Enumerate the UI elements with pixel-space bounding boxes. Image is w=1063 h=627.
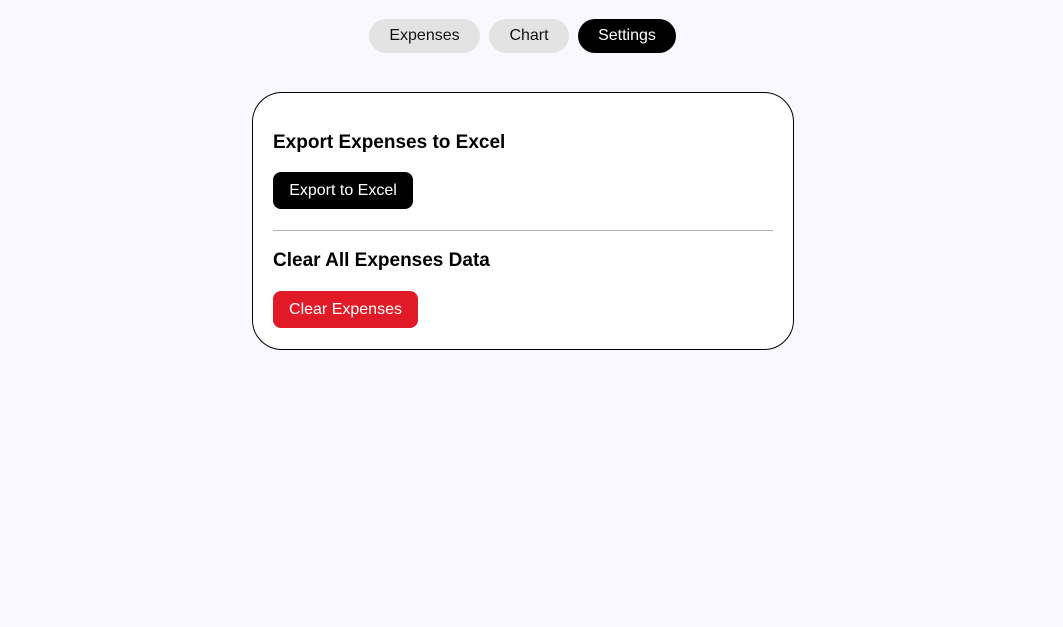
export-section-title: Export Expenses to Excel <box>273 132 506 153</box>
nav-tabs: Expenses Chart Settings <box>0 19 1063 53</box>
section-divider <box>273 230 773 231</box>
tab-chart[interactable]: Chart <box>489 19 569 53</box>
tab-settings[interactable]: Settings <box>578 19 676 53</box>
clear-expenses-button[interactable]: Clear Expenses <box>273 291 418 328</box>
clear-section-title: Clear All Expenses Data <box>273 250 490 271</box>
settings-card: Export Expenses to Excel Export to Excel… <box>252 92 794 350</box>
export-to-excel-button[interactable]: Export to Excel <box>273 172 413 209</box>
tab-expenses[interactable]: Expenses <box>369 19 480 53</box>
